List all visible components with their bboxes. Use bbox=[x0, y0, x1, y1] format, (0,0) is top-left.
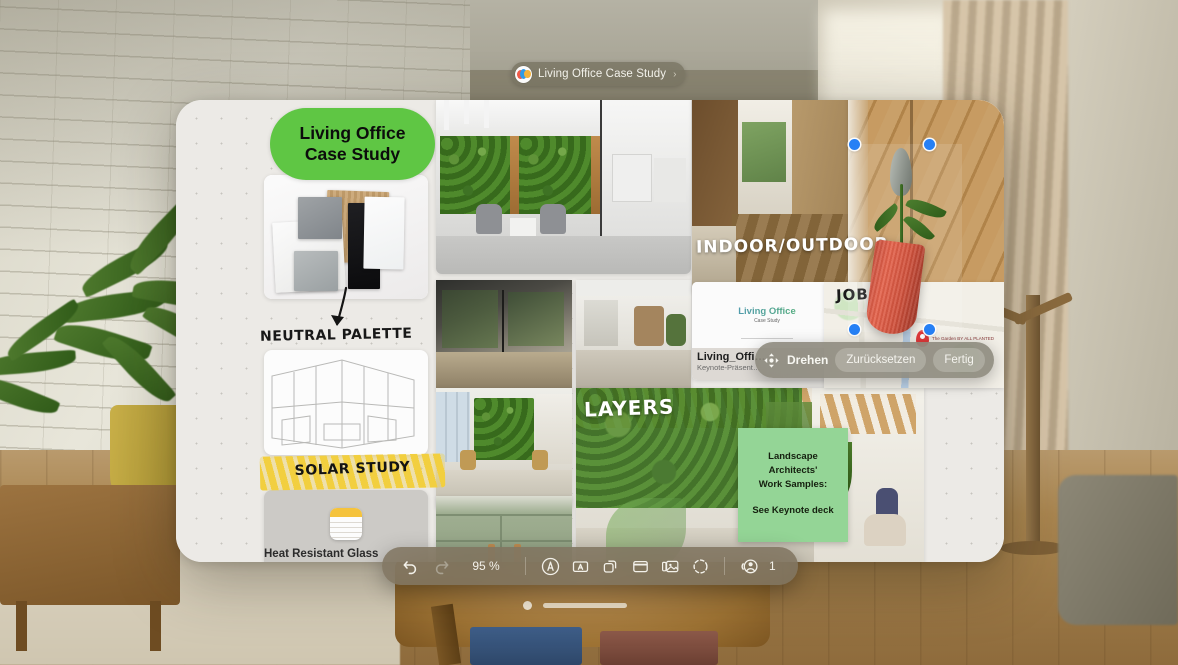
coat-rack-pole bbox=[1026, 295, 1040, 545]
window-title-chip[interactable]: Living Office Case Study › bbox=[511, 62, 686, 86]
notes-app-icon bbox=[330, 508, 362, 540]
sticky-line-4: See Keynote deck bbox=[752, 505, 834, 517]
sticky-line-1: Landscape bbox=[768, 451, 818, 462]
material-swatch-board[interactable] bbox=[264, 175, 428, 299]
reset-button[interactable]: Zurücksetzen bbox=[835, 348, 927, 372]
book-stack bbox=[470, 627, 582, 665]
selected-3d-vase-object[interactable] bbox=[842, 138, 950, 337]
photo-office-green-wall-lounge[interactable] bbox=[436, 100, 691, 274]
freeform-toolbar[interactable]: 95 % 1 bbox=[382, 547, 798, 585]
sticky-note-landscape-samples[interactable]: Landscape Architects' Work Samples: See … bbox=[738, 428, 848, 542]
board-title-text: Living Office Case Study bbox=[299, 122, 406, 164]
window-controls[interactable] bbox=[523, 601, 627, 610]
label-layers[interactable]: LAYERS bbox=[584, 394, 675, 421]
shapes-icon[interactable] bbox=[595, 552, 625, 580]
collaborator-count: 1 bbox=[769, 559, 776, 573]
chevron-right-icon[interactable]: › bbox=[673, 69, 676, 80]
done-button[interactable]: Fertig bbox=[933, 348, 985, 372]
selection-handle-bottom-left[interactable] bbox=[849, 324, 860, 335]
vase-body bbox=[864, 239, 926, 337]
insert-3d-object-icon[interactable] bbox=[685, 552, 715, 580]
perspective-sketch-card[interactable] bbox=[264, 350, 428, 455]
toolbar-divider bbox=[724, 557, 725, 575]
leaf bbox=[870, 203, 902, 232]
window-title: Living Office Case Study bbox=[538, 68, 667, 80]
coat-rack-base bbox=[1000, 541, 1066, 555]
toolbar-divider bbox=[525, 557, 526, 575]
board-title-pill[interactable]: Living Office Case Study bbox=[270, 108, 435, 180]
book-stack bbox=[600, 631, 718, 665]
label-neutral-palette[interactable]: NEUTRAL PALETTE bbox=[260, 325, 440, 345]
redo-icon[interactable] bbox=[426, 552, 456, 580]
photo-dark-glass-room[interactable] bbox=[436, 280, 572, 390]
window-resize-bar[interactable] bbox=[543, 603, 627, 608]
keynote-preview: Living Office Case Study bbox=[692, 282, 842, 348]
object-context-menu[interactable]: Drehen Zurücksetzen Fertig bbox=[755, 342, 994, 378]
sticky-note-icon[interactable] bbox=[625, 552, 655, 580]
photo-green-wall-office-chairs[interactable] bbox=[436, 388, 572, 508]
media-photos-icon[interactable] bbox=[655, 552, 685, 580]
foreground-plant bbox=[0, 298, 120, 455]
wood-bench bbox=[0, 485, 180, 651]
solar-study-highlight[interactable]: SOLAR STUDY bbox=[259, 453, 446, 491]
map-business-label: The Garden BY ALL PLANTED bbox=[932, 336, 995, 341]
photo-bright-lobby[interactable] bbox=[576, 280, 691, 390]
undo-icon[interactable] bbox=[396, 552, 426, 580]
freeform-canvas[interactable]: Living Office Case Study Living_Offi… Ke… bbox=[176, 100, 1004, 562]
keynote-preview-subtitle: Case Study bbox=[754, 318, 780, 324]
rotate-label[interactable]: Drehen bbox=[787, 353, 828, 367]
selection-handle-top-right[interactable] bbox=[924, 139, 935, 150]
selection-handle-bottom-right[interactable] bbox=[924, 324, 935, 335]
freeform-window[interactable]: Living Office Case Study Living_Offi… Ke… bbox=[176, 100, 1004, 562]
arrow-annotation bbox=[331, 286, 348, 326]
markup-pen-icon[interactable] bbox=[535, 552, 565, 580]
background-sofa bbox=[1058, 475, 1178, 625]
sticky-line-3: Work Samples: bbox=[758, 478, 828, 490]
move-arrows-icon[interactable] bbox=[763, 352, 780, 369]
keynote-preview-title: Living Office bbox=[692, 306, 842, 317]
zoom-level[interactable]: 95 % bbox=[458, 559, 514, 573]
sticky-line-2: Architects' bbox=[768, 464, 818, 476]
selection-handle-top-left[interactable] bbox=[849, 139, 860, 150]
text-box-icon[interactable] bbox=[565, 552, 595, 580]
freeform-app-icon bbox=[515, 65, 532, 83]
collaboration-icon[interactable] bbox=[734, 552, 764, 580]
close-dot[interactable] bbox=[523, 601, 532, 610]
